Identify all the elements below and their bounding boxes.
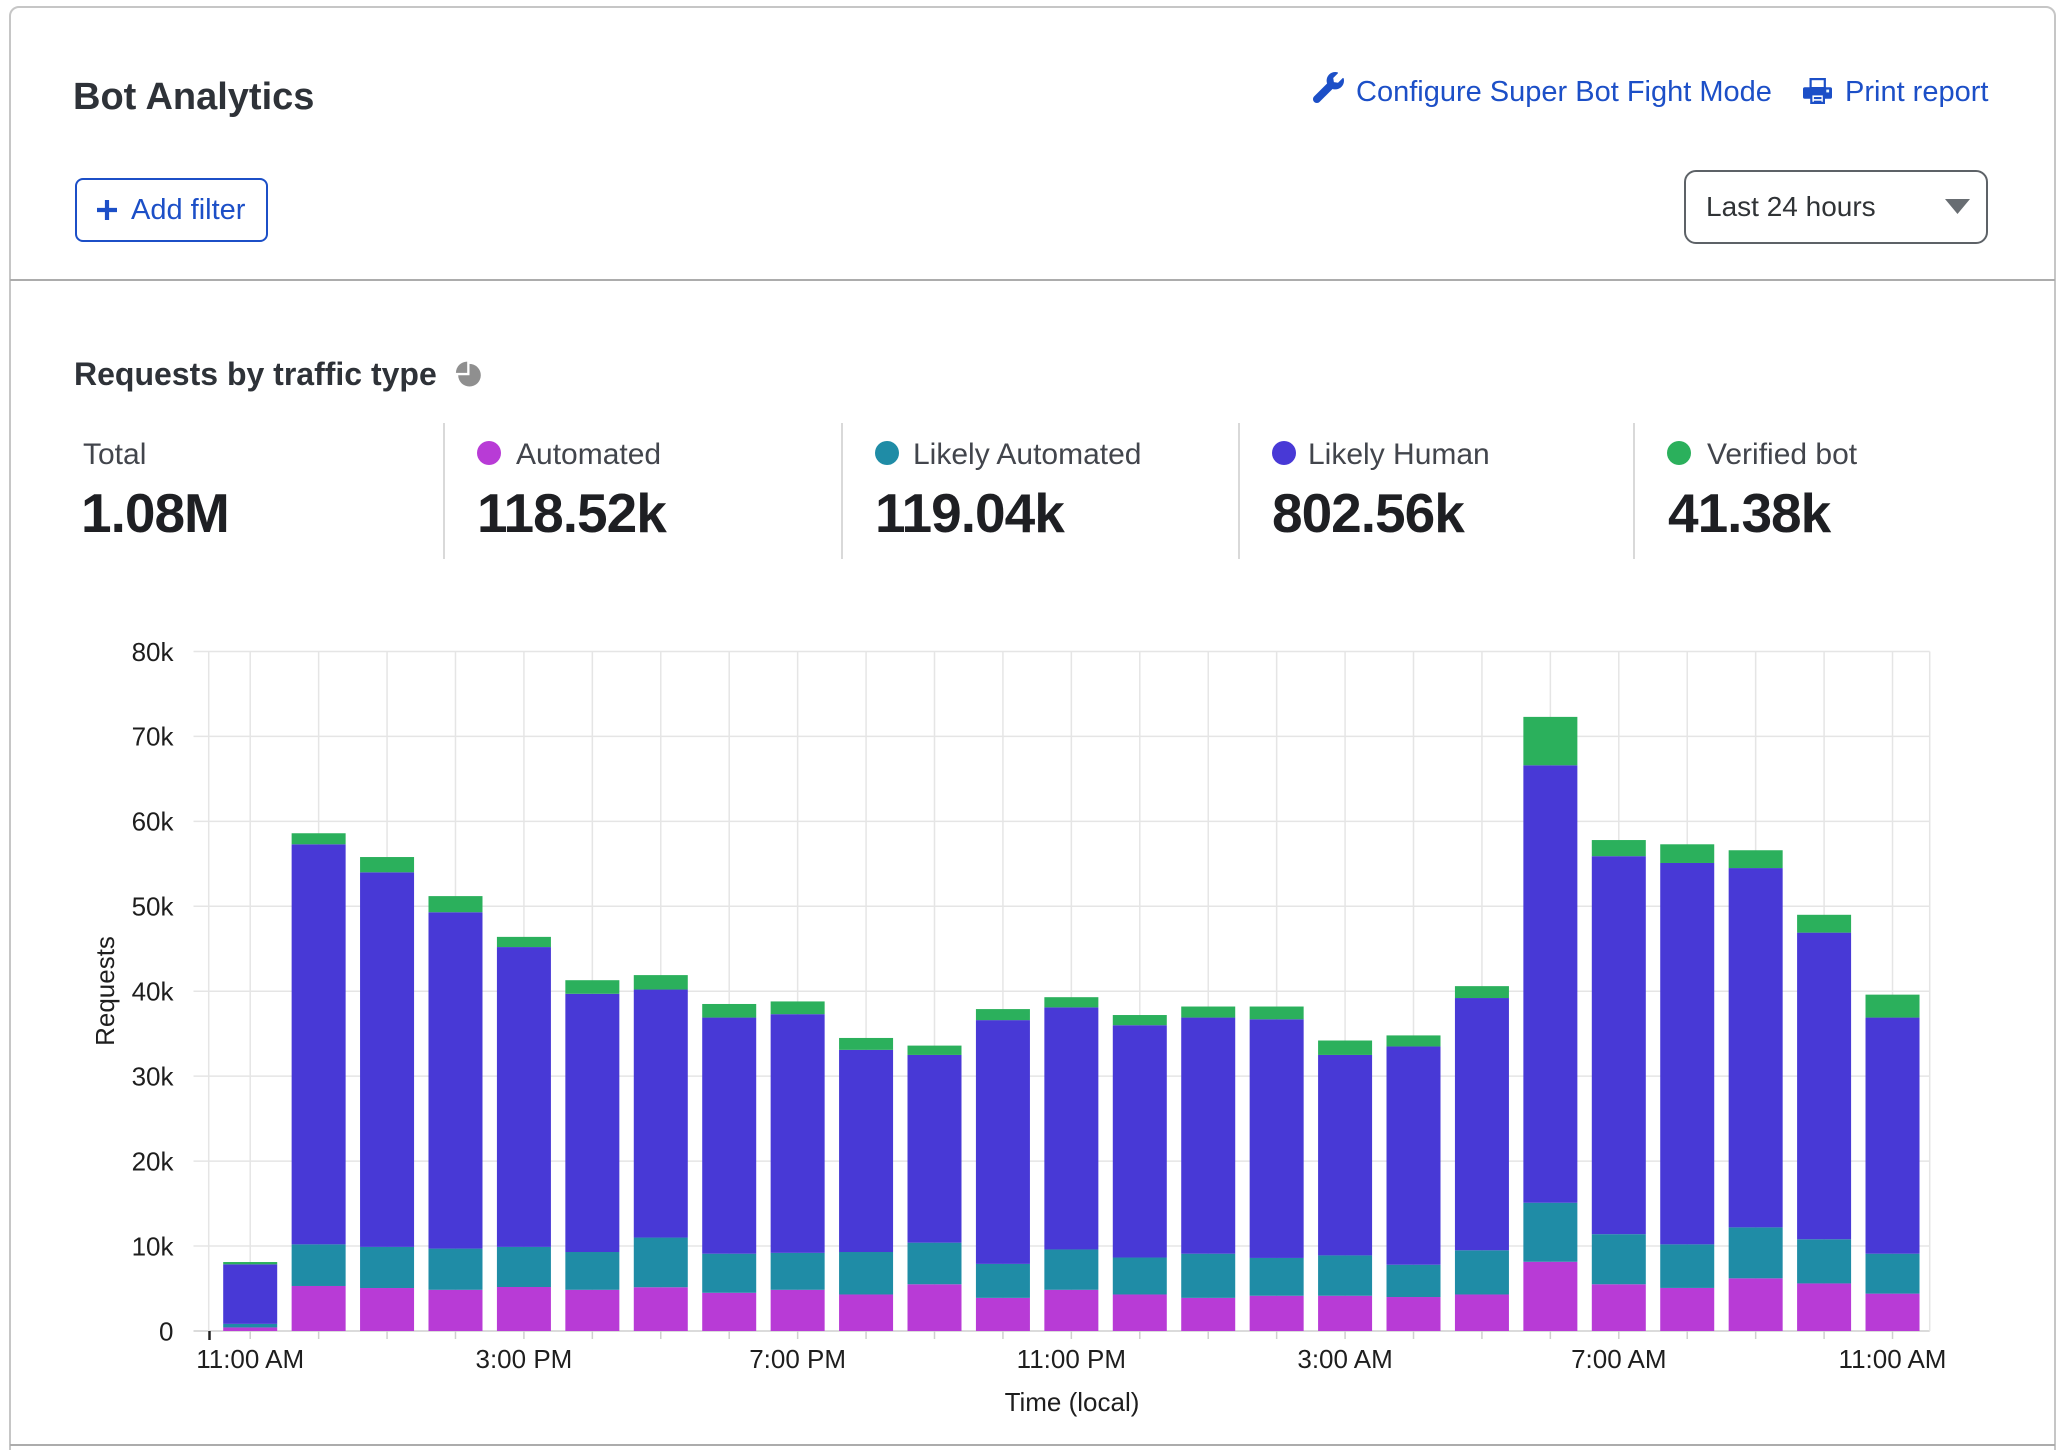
svg-text:3:00 AM: 3:00 AM <box>1297 1344 1392 1374</box>
svg-text:11:00 AM: 11:00 AM <box>1839 1344 1947 1374</box>
svg-text:7:00 PM: 7:00 PM <box>749 1344 846 1374</box>
svg-text:3:00 PM: 3:00 PM <box>476 1344 573 1374</box>
svg-text:11:00 AM: 11:00 AM <box>196 1344 304 1374</box>
svg-text:7:00 AM: 7:00 AM <box>1571 1344 1666 1374</box>
svg-text:10k: 10k <box>132 1231 175 1261</box>
svg-text:60k: 60k <box>132 807 175 837</box>
svg-text:50k: 50k <box>132 892 175 922</box>
svg-text:0: 0 <box>159 1316 173 1346</box>
svg-text:Time (local): Time (local) <box>1005 1387 1140 1417</box>
svg-text:40k: 40k <box>132 977 175 1007</box>
svg-text:11:00 PM: 11:00 PM <box>1017 1344 1126 1374</box>
svg-text:20k: 20k <box>132 1146 175 1176</box>
svg-text:80k: 80k <box>132 637 175 667</box>
svg-text:30k: 30k <box>132 1061 175 1091</box>
svg-text:Requests: Requests <box>90 936 120 1046</box>
svg-text:70k: 70k <box>132 722 175 752</box>
